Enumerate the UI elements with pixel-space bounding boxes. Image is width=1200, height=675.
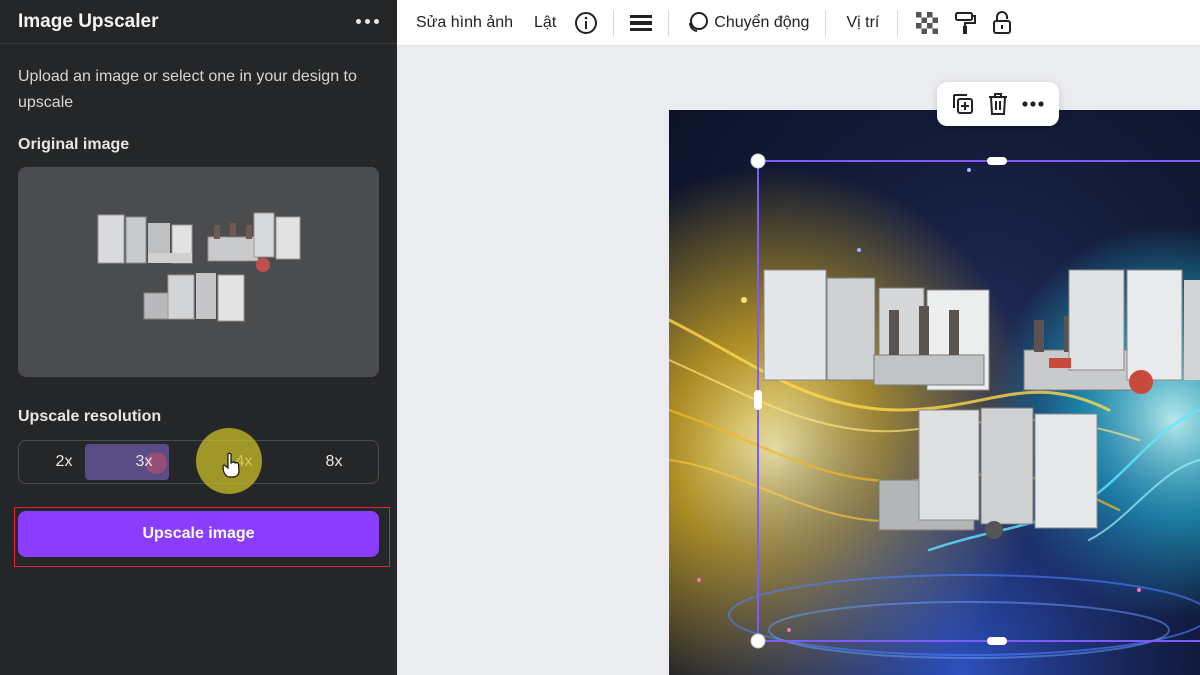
hand-pointer-icon (222, 452, 240, 478)
edit-image-button[interactable]: Sửa hình ảnh (416, 0, 513, 46)
more-icon[interactable] (1020, 91, 1046, 117)
context-toolbar: Sửa hình ảnh Lật Chuyển động Vị trí (397, 0, 1200, 46)
panel-title: Image Upscaler (18, 10, 159, 32)
resolution-option-3x[interactable]: 3x (85, 444, 169, 480)
original-image-thumbnail (18, 167, 379, 377)
transparency-icon[interactable] (916, 0, 939, 46)
toolbar-divider (897, 9, 899, 36)
design-canvas (397, 46, 1200, 675)
flip-button[interactable]: Lật (534, 0, 556, 46)
panel-header: Image Upscaler (0, 0, 397, 44)
image-upscaler-panel: Image Upscaler Upload an image or select… (0, 0, 397, 675)
original-image-label: Original image (18, 136, 130, 153)
design-page[interactable] (669, 110, 1200, 675)
resolution-option-3x-label: 3x (135, 453, 153, 470)
lock-icon[interactable] (992, 0, 1012, 46)
duplicate-icon[interactable] (950, 91, 976, 117)
position-button[interactable]: Vị trí (846, 0, 879, 46)
info-icon[interactable] (574, 0, 598, 46)
line-weight-icon[interactable] (630, 0, 653, 46)
animate-button[interactable]: Chuyển động (686, 0, 809, 46)
panel-description: Upload an image or select one in your de… (18, 68, 357, 111)
resolution-option-8x[interactable]: 8x (289, 441, 379, 483)
more-options-icon[interactable] (356, 19, 379, 24)
upscale-resolution-label: Upscale resolution (18, 408, 162, 425)
upscale-image-button[interactable]: Upscale image (18, 511, 379, 557)
switchgear-thumbnail-image (97, 212, 301, 322)
toolbar-divider (668, 9, 670, 36)
animate-label: Chuyển động (714, 13, 810, 31)
paint-roller-icon[interactable] (954, 0, 977, 46)
animate-icon (689, 11, 709, 32)
trash-icon[interactable] (985, 91, 1011, 117)
toolbar-divider (613, 9, 615, 36)
element-floating-toolbar (937, 82, 1059, 126)
design-artwork (669, 110, 1200, 675)
toolbar-divider (825, 9, 827, 36)
